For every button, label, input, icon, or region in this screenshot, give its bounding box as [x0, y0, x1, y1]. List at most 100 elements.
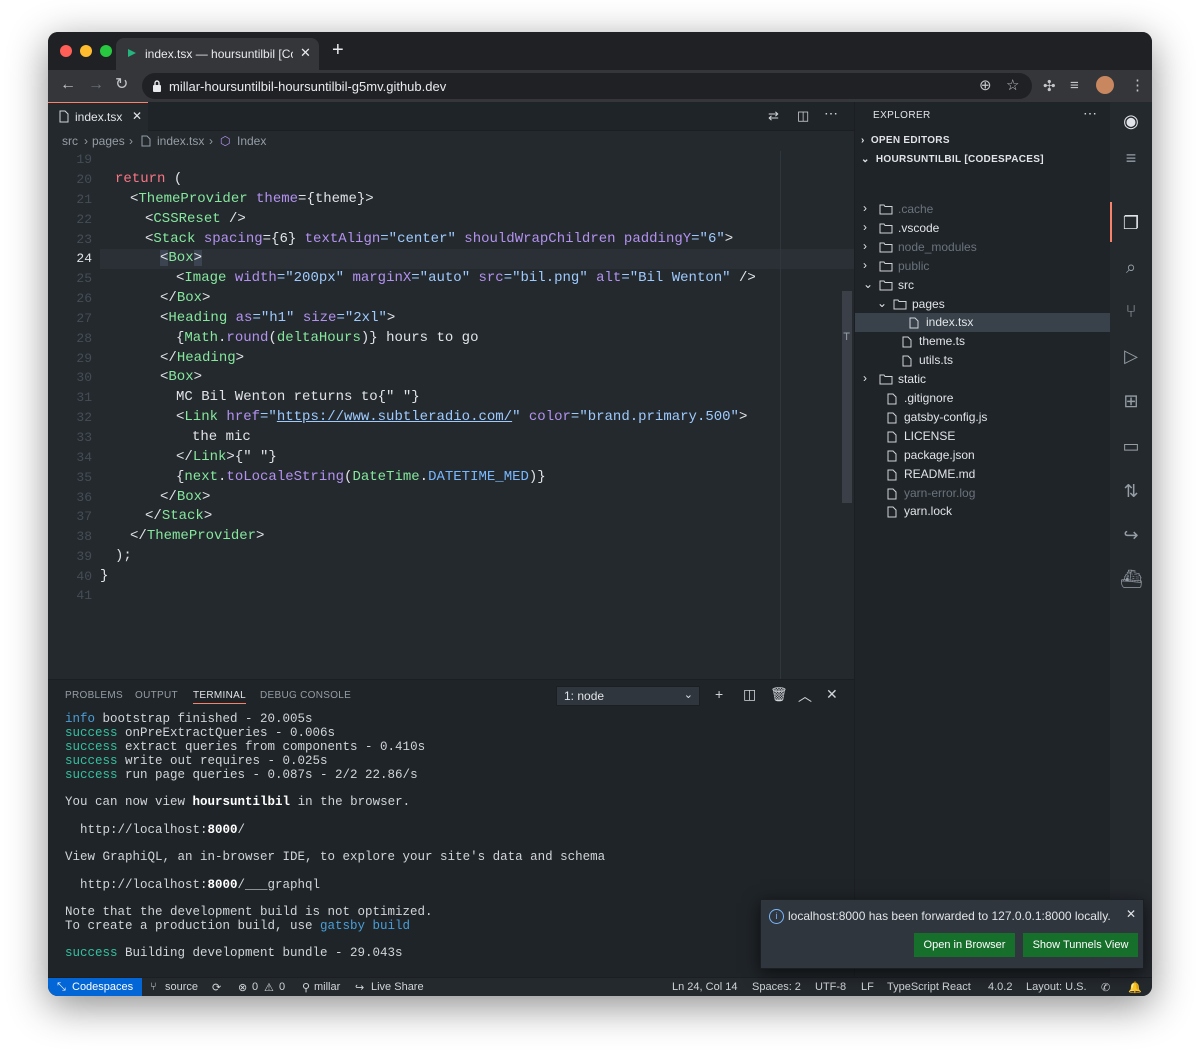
cursor-position[interactable]: Ln 24, Col 14	[672, 981, 737, 993]
search-icon[interactable]: ⌕	[1120, 256, 1142, 278]
close-window-button[interactable]	[60, 45, 72, 57]
file-tree-folder[interactable]: › public	[855, 257, 1111, 276]
terminal-line: success extract queries from components …	[65, 740, 426, 754]
file-tree-file[interactable]: yarn-error.log	[855, 484, 1111, 503]
open-changes-icon[interactable]: ⇄	[768, 108, 779, 124]
file-tree-folder[interactable]: ⌄ src	[855, 276, 1111, 295]
branch-icon: ⑂	[150, 981, 157, 993]
file-tree-file[interactable]: package.json	[855, 446, 1111, 465]
open-editors-section[interactable]: › OPEN EDITORS	[861, 135, 950, 146]
run-debug-icon[interactable]: ▷	[1120, 345, 1142, 367]
extensions-icon[interactable]: ⊞	[1120, 390, 1142, 412]
files-icon[interactable]: ❐	[1120, 212, 1142, 234]
language-mode[interactable]: TypeScript React	[887, 981, 971, 993]
terminal-select[interactable]: 1: node ⌄	[556, 686, 700, 706]
docker-icon[interactable]: ⛴	[1120, 568, 1143, 590]
live-share-icon[interactable]: ↪	[1120, 524, 1142, 546]
tab-debug-console[interactable]: DEBUG CONSOLE	[260, 690, 351, 701]
tab-output[interactable]: OUTPUT	[135, 690, 178, 701]
remote-indicator[interactable]: ⤡ Codespaces	[48, 978, 142, 996]
code-editor[interactable]: ⊤ 19 20 21 22 23 24 25 26 27 28 29 30 31 32 33 34 35 36 37…	[48, 151, 854, 679]
file-tree-folder[interactable]: › .cache	[855, 200, 1111, 219]
explorer-more-icon[interactable]: ⋯	[1083, 105, 1097, 122]
file-tree-folder[interactable]: › static	[855, 370, 1111, 389]
branch-name[interactable]: source	[165, 981, 198, 993]
user-name[interactable]: millar	[314, 981, 340, 993]
show-tunnels-view-button[interactable]: Show Tunnels View	[1023, 933, 1138, 957]
maximize-window-button[interactable]	[100, 45, 112, 57]
code-line-22: <CSSReset />	[145, 211, 246, 227]
github-codespaces-icon[interactable]: ◉	[1120, 110, 1142, 132]
breadcrumb-item-pages[interactable]: pages	[92, 134, 125, 148]
file-tree-file[interactable]: index.tsx	[855, 313, 1111, 333]
source-control-icon[interactable]: ⑂	[1120, 300, 1142, 322]
breadcrumb-item-symbol[interactable]: Index	[237, 134, 266, 148]
editor-tab-index-tsx[interactable]: index.tsx ✕	[48, 102, 148, 131]
extensions-puzzle-icon[interactable]: ✣	[1043, 77, 1056, 95]
media-queue-icon[interactable]: ≡	[1070, 77, 1079, 94]
line-number: 27	[76, 311, 92, 326]
new-terminal-icon[interactable]: +	[715, 686, 723, 702]
reload-icon[interactable]: ↻	[115, 75, 128, 95]
close-notification-icon[interactable]: ✕	[1126, 907, 1136, 921]
close-editor-tab-icon[interactable]: ✕	[132, 109, 142, 123]
forward-arrow-icon[interactable]: →	[88, 75, 104, 95]
file-tree-file[interactable]: .gitignore	[855, 389, 1111, 408]
file-icon	[141, 135, 151, 147]
file-tree-folder[interactable]: › .vscode	[855, 219, 1111, 238]
browser-tab[interactable]: index.tsx — hoursuntilbil [Codespaces] ✕	[116, 38, 319, 70]
editor-scrollbar[interactable]	[842, 291, 852, 503]
profile-avatar[interactable]	[1096, 76, 1114, 94]
file-tree-label: yarn-error.log	[904, 485, 976, 500]
file-tree-file[interactable]: utils.ts	[855, 351, 1111, 370]
typescript-version[interactable]: 4.0.2	[988, 981, 1012, 993]
remote-explorer-icon[interactable]: ▭	[1120, 435, 1142, 457]
end-of-line[interactable]: LF	[861, 981, 874, 993]
open-in-browser-button[interactable]: Open in Browser	[914, 933, 1015, 957]
code-url-link[interactable]: https://www.subtleradio.com/	[277, 409, 512, 425]
breadcrumb-item-file[interactable]: index.tsx	[157, 134, 204, 148]
file-tree-file[interactable]: theme.ts	[855, 332, 1111, 351]
terminal-line: http://localhost:8000/	[65, 823, 246, 837]
project-section[interactable]: ⌄ HOURSUNTILBIL [CODESPACES]	[861, 154, 1044, 165]
feedback-icon[interactable]: ✆	[1101, 981, 1110, 994]
encoding[interactable]: UTF-8	[815, 981, 846, 993]
keyboard-layout[interactable]: Layout: U.S.	[1026, 981, 1087, 993]
close-tab-icon[interactable]: ✕	[300, 45, 311, 61]
new-tab-icon[interactable]: +	[332, 40, 344, 60]
maximize-panel-icon[interactable]: ︿	[798, 686, 812, 706]
file-tree-folder[interactable]: ⌄ pages	[855, 295, 1111, 314]
minimize-window-button[interactable]	[80, 45, 92, 57]
browser-menu-icon[interactable]: ⋮	[1130, 76, 1145, 94]
line-number: 39	[76, 549, 92, 564]
file-tree-file[interactable]: gatsby-config.js	[855, 408, 1111, 427]
code-line-23: <Stack spacing={6} textAlign="center" sh…	[145, 231, 734, 247]
menu-icon[interactable]: ≡	[1120, 147, 1142, 169]
file-tree-file[interactable]: yarn.lock	[855, 502, 1111, 521]
address-bar[interactable]: millar-hoursuntilbil-hoursuntilbil-g5mv.…	[142, 73, 1032, 99]
live-share-status[interactable]: Live Share	[371, 981, 424, 993]
trash-icon[interactable]: 🗑	[770, 686, 788, 703]
tab-terminal[interactable]: TERMINAL	[193, 690, 246, 704]
warning-count[interactable]: 0	[279, 981, 285, 993]
back-arrow-icon[interactable]: ←	[60, 75, 76, 95]
breadcrumb-item-src[interactable]: src	[62, 134, 78, 148]
tab-problems[interactable]: PROBLEMS	[65, 690, 123, 701]
install-app-icon[interactable]: ⊕	[979, 76, 992, 94]
split-editor-icon[interactable]: ◫	[797, 108, 809, 124]
code-line-28: {Math.round(deltaHours)} hours to go	[176, 330, 479, 346]
more-actions-icon[interactable]: ⋯	[824, 105, 838, 122]
terminal-line: success Building development bundle - 29…	[65, 946, 403, 960]
close-panel-icon[interactable]: ✕	[826, 686, 838, 703]
error-count[interactable]: 0	[252, 981, 258, 993]
notifications-bell-icon[interactable]: 🔔	[1128, 981, 1142, 994]
bookmark-star-icon[interactable]: ☆	[1006, 76, 1019, 94]
file-tree-folder[interactable]: › node_modules	[855, 238, 1111, 257]
file-tree-file[interactable]: README.md	[855, 465, 1111, 484]
explorer-title: EXPLORER	[873, 110, 931, 121]
pull-requests-icon[interactable]: ⇅	[1120, 480, 1142, 502]
indentation[interactable]: Spaces: 2	[752, 981, 801, 993]
sync-icon[interactable]: ⟳	[212, 981, 221, 994]
file-tree-file[interactable]: LICENSE	[855, 427, 1111, 446]
split-terminal-icon[interactable]: ◫	[743, 686, 756, 703]
